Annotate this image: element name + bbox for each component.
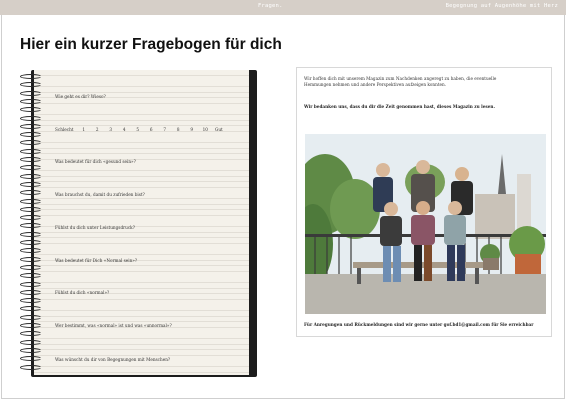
scale-number: 6 — [149, 127, 153, 132]
scale-number: 5 — [136, 127, 140, 132]
question-2: Was bedeutet für dich «gesund sein»? — [55, 159, 136, 164]
magazine-card: Wir hoffen dich mit unserem Magazin zum … — [296, 67, 552, 337]
team-photo — [305, 134, 546, 314]
spiral-ring — [20, 223, 42, 229]
ruled-lines — [34, 70, 249, 375]
scale-high-label: Gut — [215, 127, 223, 132]
spiral-ring — [20, 115, 42, 121]
spiral-ring — [20, 173, 42, 179]
scale-low-label: Schlecht — [55, 127, 74, 132]
top-banner: Fragen. Begegnung auf Augenhöhe mit Herz — [0, 0, 566, 15]
scale-number: 9 — [190, 127, 194, 132]
spiral-ring — [20, 190, 42, 196]
scale-number: 2 — [95, 127, 99, 132]
spiral-ring — [20, 289, 42, 295]
spiral-ring — [20, 98, 42, 104]
spiral-ring — [20, 314, 42, 320]
spiral-ring — [20, 331, 42, 337]
spiral-ring — [20, 198, 42, 204]
spiral-ring — [20, 148, 42, 154]
spiral-ring — [20, 356, 42, 362]
spiral-ring — [20, 248, 42, 254]
spiral-ring — [20, 298, 42, 304]
scale-number: 8 — [176, 127, 180, 132]
intro-text: Wir hoffen dich mit unserem Magazin zum … — [304, 76, 497, 87]
spiral-ring — [20, 339, 42, 345]
spiral-ring — [20, 107, 42, 113]
thanks-text: Wir bedanken uns, dass du dir die Zeit g… — [304, 104, 495, 109]
question-4: Fühlst du dich unter Leistungsdruck? — [55, 225, 135, 230]
question-1: Wie geht es dir? Wieso? — [55, 94, 106, 99]
spiral-ring — [20, 132, 42, 138]
spiral-ring — [20, 256, 42, 262]
spiral-ring — [20, 347, 42, 353]
spiral-ring — [20, 323, 42, 328]
question-7: Wer bestimmt, was «normal» ist und was «… — [55, 323, 172, 328]
spiral-ring — [20, 306, 42, 312]
spiral-ring — [20, 231, 42, 237]
spiral-ring — [20, 364, 42, 370]
magazine-tagline: Begegnung auf Augenhöhe mit Herz — [445, 3, 558, 9]
team-photo-illustration — [305, 134, 546, 314]
question-5: Was bedeutet für Dich «Normal sein»? — [55, 258, 138, 263]
spiral-ring — [20, 157, 42, 162]
question-3: Was brauchst du, damit du zufrieden bist… — [55, 192, 145, 197]
scale-number: 3 — [109, 127, 113, 132]
scale-number: 4 — [122, 127, 126, 132]
spiral-ring — [20, 90, 42, 96]
spiral-ring — [20, 264, 42, 270]
scale-number: 10 — [202, 127, 208, 132]
rating-scale: Schlecht 1 2 3 4 5 6 7 8 9 10 Gut — [55, 127, 223, 132]
section-label: Fragen. — [258, 3, 283, 9]
contact-text: Für Anregungen und Rückmeldungen sind wi… — [304, 322, 534, 327]
spiral-ring — [20, 281, 42, 287]
spiral-ring — [20, 82, 42, 88]
spiral-ring — [20, 140, 42, 146]
spiral-ring — [20, 181, 42, 187]
spiral-binding — [20, 72, 42, 374]
spiral-ring — [20, 240, 42, 245]
spiral-ring — [20, 74, 42, 79]
spiral-ring — [20, 165, 42, 171]
questionnaire-notebook: Wie geht es dir? Wieso? Schlecht 1 2 3 4 5 6 7 8… — [34, 70, 249, 375]
spiral-ring — [20, 215, 42, 221]
page-title: Hier ein kurzer Fragebogen für dich — [20, 36, 282, 53]
question-6: Fühlst du dich «normal»? — [55, 290, 110, 295]
scale-number: 1 — [82, 127, 86, 132]
question-8: Was wünscht du dir von Begegnungen mit M… — [55, 357, 171, 362]
spiral-ring — [20, 206, 42, 212]
spiral-ring — [20, 273, 42, 279]
spiral-ring — [20, 123, 42, 129]
scale-number: 7 — [163, 127, 167, 132]
